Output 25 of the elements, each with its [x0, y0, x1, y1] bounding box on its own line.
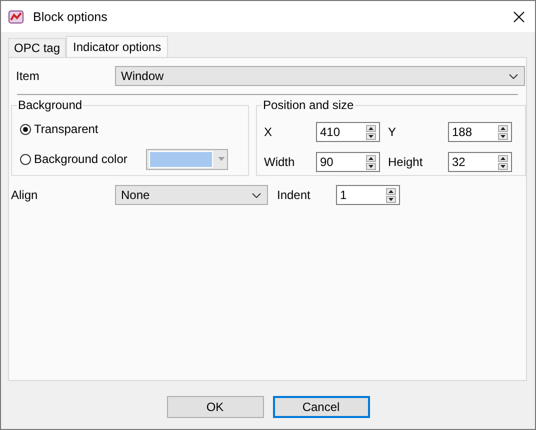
field-label: Height	[388, 155, 424, 169]
radio-label[interactable]: Transparent	[34, 122, 146, 136]
caret-icon	[509, 74, 518, 78]
group-title: Position and size	[262, 98, 355, 112]
app-icon	[8, 8, 24, 24]
field-label: Width	[264, 155, 296, 169]
item-dropdown[interactable]: Window	[115, 66, 525, 86]
group-title: Background	[17, 98, 84, 112]
color-dropdown[interactable]	[146, 148, 228, 170]
window-title: Block options	[33, 10, 108, 24]
indent-label: Indent	[277, 188, 312, 202]
item-label: Item	[15, 69, 40, 83]
tab[interactable]: Indicator options	[66, 36, 168, 58]
caret-icon	[252, 192, 261, 198]
radio-label[interactable]: Background color	[34, 152, 146, 166]
close-icon[interactable]	[513, 10, 525, 22]
align-dropdown[interactable]: None	[115, 185, 268, 205]
align-label: Align	[10, 188, 39, 202]
radio-button[interactable]	[20, 124, 31, 134]
cancel-button[interactable]: Cancel	[272, 396, 370, 418]
ok-button[interactable]: OK	[166, 396, 264, 418]
radio-button[interactable]	[20, 154, 31, 164]
tab[interactable]: OPC tag	[8, 38, 66, 57]
field-label: Y	[388, 125, 398, 139]
field-label: X	[264, 125, 274, 139]
